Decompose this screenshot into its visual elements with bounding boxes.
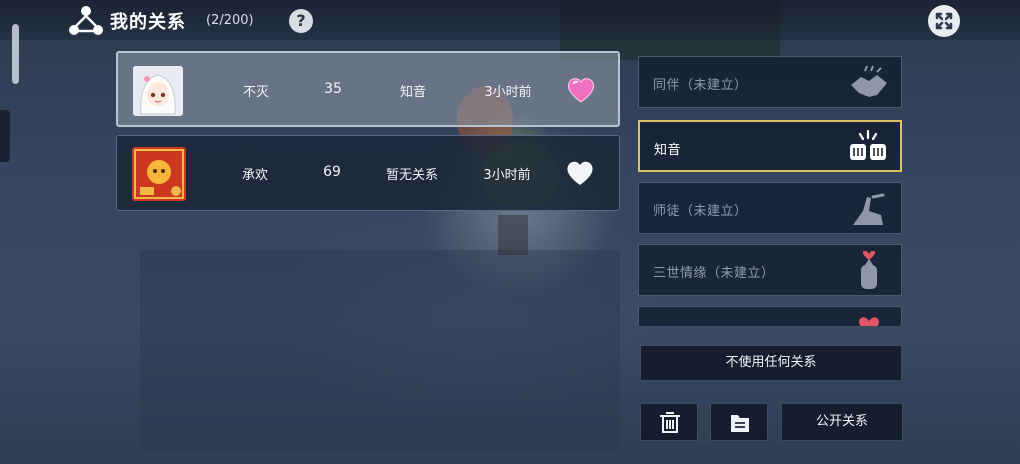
relation-type-label: 师徒（未建立） xyxy=(653,204,748,219)
handshake-icon xyxy=(851,65,887,97)
relation-type-label: 知音 xyxy=(654,143,682,158)
relation-type-list[interactable]: 同伴（未建立） 知音 师徒（未建立） 三世情缘（未建立） xyxy=(638,56,904,326)
no-relation-button[interactable]: 不使用任何关系 xyxy=(640,345,902,381)
folder-button[interactable] xyxy=(710,403,768,441)
page-title: 我的关系 xyxy=(110,12,186,33)
close-icon xyxy=(935,12,953,30)
relation-type-more[interactable] xyxy=(638,306,902,326)
relation-type-mentorship[interactable]: 师徒（未建立） xyxy=(638,182,902,234)
friend-level: 69 xyxy=(323,164,341,180)
relation-type-soulmate[interactable]: 知音 xyxy=(638,120,902,172)
friend-last-online: 3小时前 xyxy=(483,168,531,183)
close-button[interactable] xyxy=(928,5,960,37)
festive-avatar-image xyxy=(132,147,186,201)
fist-bump-icon xyxy=(850,129,886,160)
make-public-button[interactable]: 公开关系 xyxy=(781,403,903,441)
heart-icon xyxy=(859,317,879,326)
friend-row-1[interactable]: 不灭 35 知音 3小时前 xyxy=(116,51,620,127)
relation-type-label: 三世情缘（未建立） xyxy=(653,266,775,281)
trash-icon xyxy=(660,412,680,433)
avatar xyxy=(132,147,186,201)
friend-last-online: 3小时前 xyxy=(484,85,532,100)
help-button[interactable]: ? xyxy=(289,9,313,33)
white-heart-icon[interactable] xyxy=(565,159,595,187)
side-panel-tab[interactable] xyxy=(0,110,10,162)
friend-relation: 知音 xyxy=(399,85,426,100)
pointing-hands-icon xyxy=(853,193,885,225)
delete-button[interactable] xyxy=(640,403,698,441)
avatar xyxy=(133,66,183,116)
friend-name: 承欢 xyxy=(241,168,268,183)
pink-heart-icon[interactable] xyxy=(566,76,596,104)
friend-relation: 暂无关系 xyxy=(385,168,438,183)
relation-type-label: 同伴（未建立） xyxy=(653,78,748,93)
left-scrollbar[interactable] xyxy=(12,24,19,84)
relation-type-three-lives[interactable]: 三世情缘（未建立） xyxy=(638,244,902,296)
friend-name: 不灭 xyxy=(242,85,269,100)
friend-row-2[interactable]: 承欢 69 暂无关系 3小时前 xyxy=(116,135,620,211)
finger-heart-icon xyxy=(861,251,877,289)
relationship-count: (2/200) xyxy=(206,13,254,28)
chibi-avatar-image xyxy=(133,66,183,116)
folder-icon xyxy=(731,415,749,432)
relation-type-companion[interactable]: 同伴（未建立） xyxy=(638,56,902,108)
relationship-network-icon xyxy=(69,6,103,35)
friend-level: 35 xyxy=(324,81,342,97)
